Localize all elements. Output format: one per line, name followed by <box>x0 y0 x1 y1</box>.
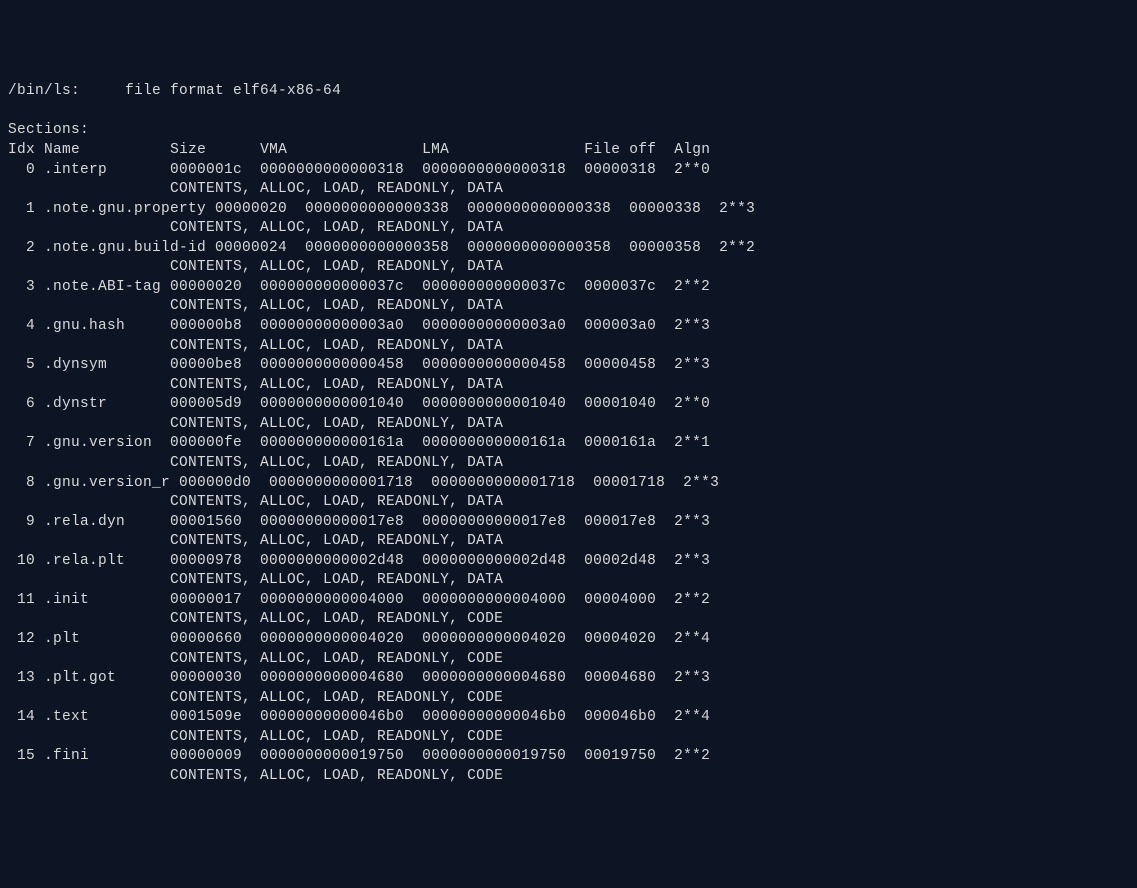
section-row: 12 .plt 00000660 0000000000004020 000000… <box>8 631 710 647</box>
section-row: 6 .dynstr 000005d9 0000000000001040 0000… <box>8 396 710 412</box>
section-flags: CONTENTS, ALLOC, LOAD, READONLY, CODE <box>8 611 503 627</box>
section-flags: CONTENTS, ALLOC, LOAD, READONLY, CODE <box>8 690 503 706</box>
section-row: 11 .init 00000017 0000000000004000 00000… <box>8 592 710 608</box>
section-flags: CONTENTS, ALLOC, LOAD, READONLY, CODE <box>8 768 503 784</box>
section-row: 9 .rela.dyn 00001560 00000000000017e8 00… <box>8 514 710 530</box>
col-vma: VMA <box>260 142 287 158</box>
section-flags: CONTENTS, ALLOC, LOAD, READONLY, CODE <box>8 651 503 667</box>
section-row: 1 .note.gnu.property 00000020 0000000000… <box>8 201 755 217</box>
col-size: Size <box>170 142 206 158</box>
section-row: 15 .fini 00000009 0000000000019750 00000… <box>8 748 710 764</box>
col-lma: LMA <box>422 142 449 158</box>
section-row: 4 .gnu.hash 000000b8 00000000000003a0 00… <box>8 318 710 334</box>
sections-list: 0 .interp 0000001c 0000000000000318 0000… <box>8 161 1129 787</box>
section-flags: CONTENTS, ALLOC, LOAD, READONLY, DATA <box>8 259 503 275</box>
col-name: Name <box>44 142 80 158</box>
file-header-line: /bin/ls: file format elf64-x86-64 <box>8 83 341 99</box>
col-idx: Idx <box>8 142 35 158</box>
section-flags: CONTENTS, ALLOC, LOAD, READONLY, DATA <box>8 533 503 549</box>
section-row: 2 .note.gnu.build-id 00000024 0000000000… <box>8 240 755 256</box>
column-headers-row: Idx Name Size VMA LMA File off Algn <box>8 142 710 158</box>
section-flags: CONTENTS, ALLOC, LOAD, READONLY, DATA <box>8 494 503 510</box>
section-row: 13 .plt.got 00000030 0000000000004680 00… <box>8 670 710 686</box>
sections-label: Sections: <box>8 122 89 138</box>
section-row: 8 .gnu.version_r 000000d0 00000000000017… <box>8 475 719 491</box>
section-flags: CONTENTS, ALLOC, LOAD, READONLY, DATA <box>8 377 503 393</box>
section-row: 0 .interp 0000001c 0000000000000318 0000… <box>8 162 710 178</box>
section-flags: CONTENTS, ALLOC, LOAD, READONLY, DATA <box>8 455 503 471</box>
col-algn: Algn <box>674 142 710 158</box>
section-row: 3 .note.ABI-tag 00000020 000000000000037… <box>8 279 710 295</box>
section-flags: CONTENTS, ALLOC, LOAD, READONLY, CODE <box>8 729 503 745</box>
section-row: 10 .rela.plt 00000978 0000000000002d48 0… <box>8 553 710 569</box>
col-fileoff: File off <box>584 142 656 158</box>
file-format: file format elf64-x86-64 <box>125 83 341 99</box>
section-row: 7 .gnu.version 000000fe 000000000000161a… <box>8 435 710 451</box>
terminal-output: /bin/ls: file format elf64-x86-64 Sectio… <box>8 82 1129 786</box>
section-flags: CONTENTS, ALLOC, LOAD, READONLY, DATA <box>8 572 503 588</box>
section-flags: CONTENTS, ALLOC, LOAD, READONLY, DATA <box>8 181 503 197</box>
section-row: 5 .dynsym 00000be8 0000000000000458 0000… <box>8 357 710 373</box>
section-flags: CONTENTS, ALLOC, LOAD, READONLY, DATA <box>8 298 503 314</box>
section-row: 14 .text 0001509e 00000000000046b0 00000… <box>8 709 710 725</box>
section-flags: CONTENTS, ALLOC, LOAD, READONLY, DATA <box>8 416 503 432</box>
section-flags: CONTENTS, ALLOC, LOAD, READONLY, DATA <box>8 220 503 236</box>
file-name: /bin/ls: <box>8 83 80 99</box>
section-flags: CONTENTS, ALLOC, LOAD, READONLY, DATA <box>8 338 503 354</box>
